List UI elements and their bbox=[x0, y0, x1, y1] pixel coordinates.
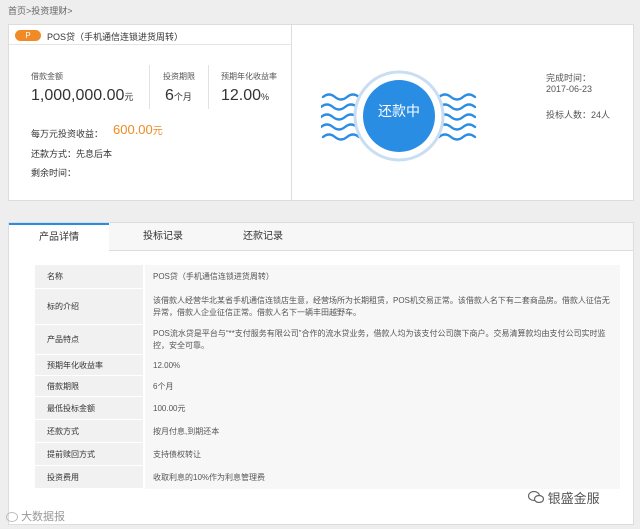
row-key: 名称 bbox=[35, 265, 143, 288]
row-value: 支持债权转让 bbox=[145, 443, 620, 466]
product-type-badge: P bbox=[15, 30, 41, 41]
tab-bid-records[interactable]: 投标记录 bbox=[113, 223, 213, 251]
table-row: 借款期限 6个月 bbox=[35, 376, 620, 397]
row-key: 投资费用 bbox=[35, 466, 143, 488]
amount-label: 借款金额 bbox=[31, 72, 63, 81]
product-summary-card: P POS贷（手机通信连锁进货周转） 借款金额 1,000,000.00元 投资… bbox=[8, 24, 634, 201]
table-row: 产品特点 POS流水贷是平台与“**支付服务有限公司”合作的流水贷业务，借款人均为… bbox=[35, 325, 620, 355]
divider bbox=[149, 65, 150, 109]
watermark-source: 大数据报 bbox=[6, 508, 65, 524]
table-row: 标的介绍 该借款人经营华北某省手机通信连锁店生意，经营场所为长期租赁，POS机交易… bbox=[35, 289, 620, 325]
watermark-brand-text: 银盛金服 bbox=[547, 491, 600, 506]
product-status-panel: 还款中 完成时间： 2017-06-23 投标人数：24人 bbox=[293, 25, 633, 200]
table-row: 还款方式 按月付息,到期还本 bbox=[35, 420, 620, 443]
breadcrumb-home[interactable]: 首页 bbox=[8, 6, 26, 16]
product-name: POS贷（手机通信连锁进货周转） bbox=[47, 32, 184, 42]
row-value: 收取利息的10%作为利息管理费 bbox=[145, 466, 620, 489]
row-key: 预期年化收益率 bbox=[35, 355, 143, 375]
row-key: 借款期限 bbox=[35, 376, 143, 396]
table-row: 最低投标金额 100.00元 bbox=[35, 397, 620, 420]
table-row: 预期年化收益率 12.00% bbox=[35, 355, 620, 376]
term-label: 投资期限 bbox=[163, 72, 195, 81]
rate-label: 预期年化收益率 bbox=[221, 72, 277, 81]
row-key: 还款方式 bbox=[35, 420, 143, 442]
rate-value: 12.00% bbox=[221, 87, 270, 104]
watermark-logo-icon bbox=[6, 512, 18, 523]
row-value: POS贷（手机通信连锁进货周转） bbox=[145, 265, 620, 289]
term-value: 6个月 bbox=[165, 87, 192, 104]
breadcrumb: 首页>投资理财> bbox=[8, 4, 73, 17]
row-value: 6个月 bbox=[145, 376, 620, 397]
row-key: 产品特点 bbox=[35, 325, 143, 354]
breadcrumb-separator: > bbox=[67, 6, 73, 16]
row-value: 按月付息,到期还本 bbox=[145, 420, 620, 443]
amount-value: 1,000,000.00元 bbox=[31, 87, 134, 104]
divider bbox=[208, 65, 209, 109]
done-time-value: 2017-06-23 bbox=[546, 84, 593, 94]
product-title-bar: P POS贷（手机通信连锁进货周转） bbox=[9, 25, 292, 45]
row-key: 提前赎回方式 bbox=[35, 443, 143, 465]
detail-tabs: 产品详情 投标记录 还款记录 bbox=[9, 223, 633, 252]
repay-method: 还款方式：先息后本 bbox=[31, 149, 113, 159]
watermark-brand: 银盛金服 bbox=[528, 488, 600, 507]
tab-product-details[interactable]: 产品详情 bbox=[9, 223, 109, 252]
earnings-value: 600.00元 bbox=[113, 122, 163, 137]
tab-repayment-records[interactable]: 还款记录 bbox=[213, 223, 313, 251]
status-stamp-text: 还款中 bbox=[378, 103, 420, 119]
done-time-label: 完成时间： bbox=[546, 73, 592, 83]
earnings-label: 每万元投资收益： bbox=[31, 129, 104, 139]
table-row: 提前赎回方式 支持债权转让 bbox=[35, 443, 620, 466]
breadcrumb-invest[interactable]: 投资理财 bbox=[31, 6, 67, 16]
table-row: 投资费用 收取利息的10%作为利息管理费 bbox=[35, 466, 620, 489]
row-value: 100.00元 bbox=[145, 397, 620, 420]
investor-count: 投标人数：24人 bbox=[546, 110, 611, 120]
wechat-icon bbox=[528, 491, 544, 503]
product-detail-card: 产品详情 投标记录 还款记录 名称 POS贷（手机通信连锁进货周转） 标的介绍 该借… bbox=[8, 222, 634, 525]
row-key: 标的介绍 bbox=[35, 289, 143, 324]
row-value: POS流水贷是平台与“**支付服务有限公司”合作的流水贷业务，借款人均为该支付公… bbox=[145, 325, 620, 355]
product-summary-left: P POS贷（手机通信连锁进货周转） 借款金额 1,000,000.00元 投资… bbox=[9, 25, 292, 200]
row-value: 12.00% bbox=[145, 355, 620, 376]
watermark-source-text: 大数据报 bbox=[21, 511, 66, 523]
row-value: 该借款人经营华北某省手机通信连锁店生意，经营场所为长期租赁，POS机交易正常。该… bbox=[145, 289, 620, 325]
table-row: 名称 POS贷（手机通信连锁进货周转） bbox=[35, 265, 620, 289]
product-detail-table: 名称 POS贷（手机通信连锁进货周转） 标的介绍 该借款人经营华北某省手机通信连锁店… bbox=[35, 265, 620, 489]
remaining-time: 剩余时间： bbox=[31, 168, 77, 178]
row-key: 最低投标金额 bbox=[35, 397, 143, 419]
